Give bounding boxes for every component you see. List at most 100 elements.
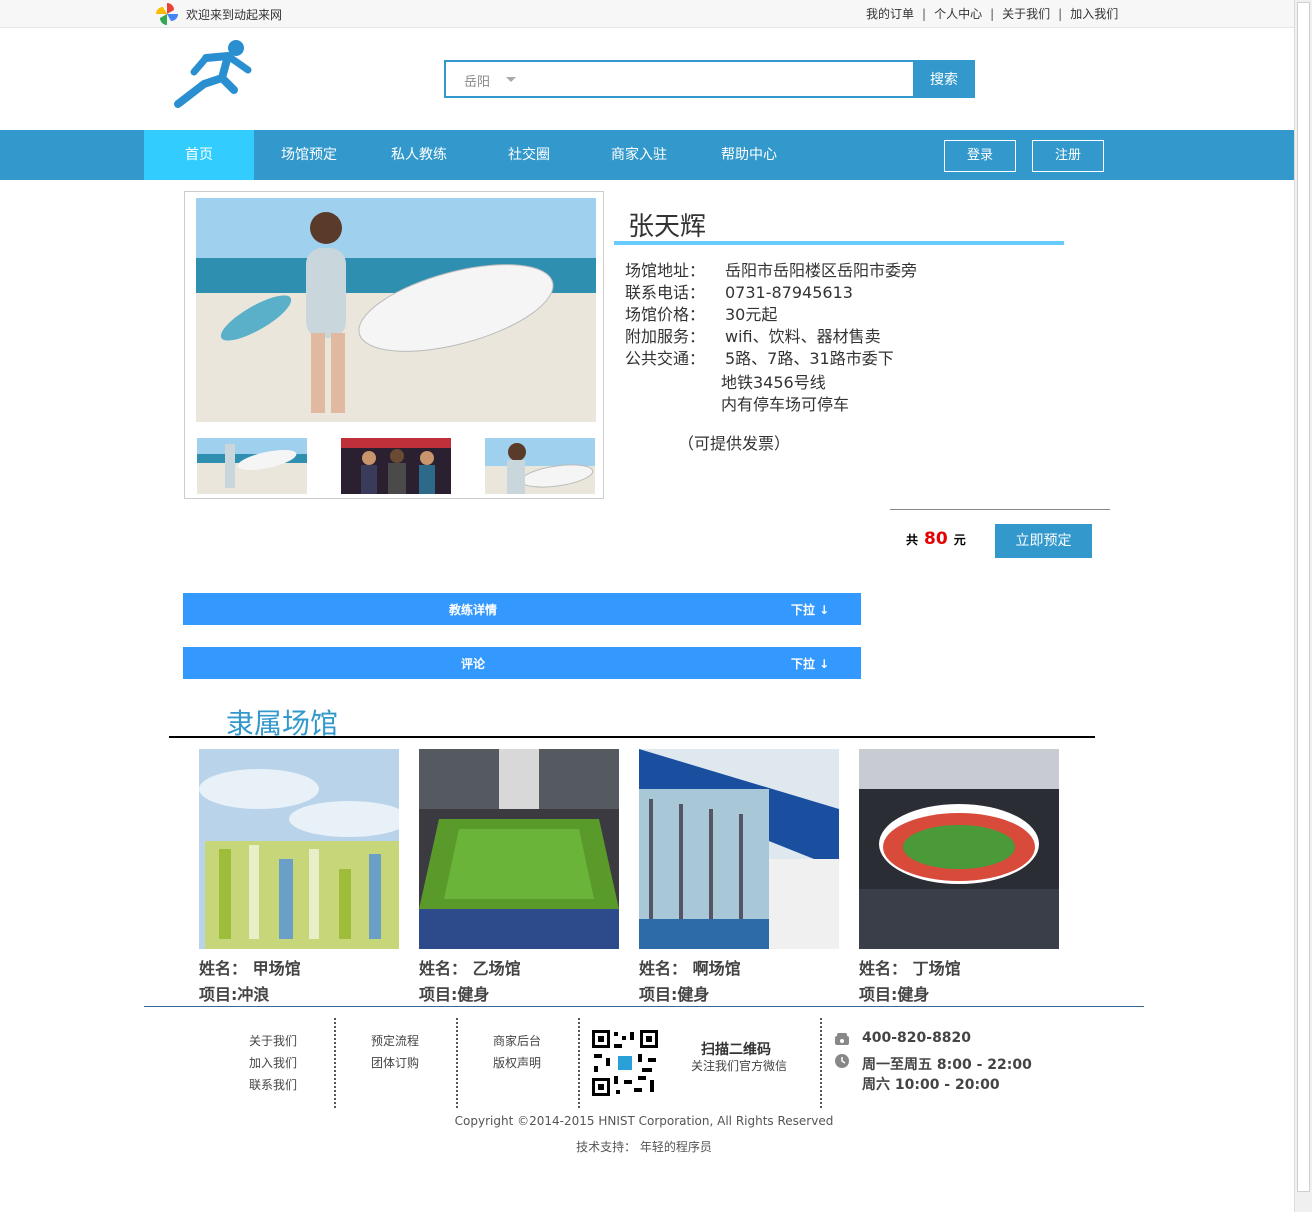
footer-link-merchant-backend[interactable]: 商家后台 bbox=[493, 1030, 541, 1052]
separator: | bbox=[990, 7, 995, 21]
gallery-thumb-2[interactable] bbox=[341, 438, 451, 494]
footer-link-group-order[interactable]: 团体订购 bbox=[371, 1052, 419, 1074]
accordion-title: 教练详情 bbox=[448, 603, 497, 617]
venues-divider bbox=[169, 736, 1095, 738]
venue-image[interactable] bbox=[859, 749, 1059, 949]
gallery-thumb-1[interactable] bbox=[197, 438, 307, 494]
nav-home[interactable]: 首页 bbox=[144, 130, 254, 180]
footer-link-about[interactable]: 关于我们 bbox=[249, 1030, 297, 1052]
info-value: 0731-87945613 bbox=[725, 283, 853, 302]
footer-separator bbox=[820, 1018, 822, 1108]
footer-link-contact[interactable]: 联系我们 bbox=[249, 1074, 297, 1096]
nav-merchant[interactable]: 商家入驻 bbox=[584, 130, 694, 180]
price-divider bbox=[890, 509, 1110, 510]
pinwheel-logo-icon bbox=[156, 3, 178, 25]
search-bar: 岳阳 搜索 bbox=[444, 60, 975, 98]
venue-card[interactable]: 姓名： 啊场馆 项目:健身 bbox=[639, 749, 839, 1005]
coach-details-accordion[interactable]: 教练详情 下拉 ↓ bbox=[183, 593, 861, 625]
footer-separator bbox=[334, 1018, 336, 1108]
nav-private-coach[interactable]: 私人教练 bbox=[364, 130, 474, 180]
total-unit: 元 bbox=[953, 533, 966, 547]
venue-project: 项目:冲浪 bbox=[199, 985, 270, 1004]
separator: | bbox=[922, 7, 927, 21]
welcome-text: 欢迎来到动起来网 bbox=[186, 8, 283, 22]
search-button[interactable]: 搜索 bbox=[913, 60, 975, 98]
qr-title: 扫描二维码 bbox=[701, 1042, 771, 1058]
phone-number: 400-820-8820 bbox=[862, 1030, 972, 1046]
photo-gallery bbox=[184, 191, 604, 499]
info-row: 联系电话： 0731-87945613 bbox=[625, 282, 917, 304]
about-us-link[interactable]: 关于我们 bbox=[1002, 7, 1050, 21]
total-amount: 80 bbox=[924, 529, 948, 549]
nav-help[interactable]: 帮助中心 bbox=[694, 130, 804, 180]
nav-social[interactable]: 社交圈 bbox=[474, 130, 584, 180]
search-input[interactable] bbox=[526, 64, 906, 94]
book-now-button[interactable]: 立即预定 bbox=[995, 524, 1092, 558]
info-row: 公共交通： 5路、7路、31路市委下 bbox=[625, 348, 917, 370]
gallery-thumb-3[interactable] bbox=[485, 438, 595, 494]
name-underline bbox=[614, 241, 1064, 245]
join-us-link[interactable]: 加入我们 bbox=[1070, 7, 1118, 21]
venue-info: 场馆地址： 岳阳市岳阳楼区岳阳市委旁 联系电话： 0731-87945613 场馆价… bbox=[625, 260, 917, 416]
total-prefix: 共 bbox=[906, 533, 919, 547]
venue-image[interactable] bbox=[199, 749, 409, 949]
tech-support-text: 技术支持： 年轻的程序员 bbox=[576, 1140, 712, 1154]
venue-name: 姓名： 啊场馆 bbox=[639, 959, 741, 978]
info-value: 5路、7路、31路市委下 bbox=[725, 349, 894, 368]
footer-column: 关于我们 加入我们 联系我们 bbox=[249, 1030, 297, 1096]
venue-card[interactable]: 姓名： 乙场馆 项目:健身 bbox=[419, 749, 619, 1005]
info-label: 联系电话： bbox=[625, 283, 706, 302]
comments-accordion[interactable]: 评论 下拉 ↓ bbox=[183, 647, 861, 679]
footer-link-copyright[interactable]: 版权声明 bbox=[493, 1052, 541, 1074]
info-row: 场馆价格： 30元起 bbox=[625, 304, 917, 326]
venue-card[interactable]: 姓名： 丁场馆 项目:健身 bbox=[859, 749, 1059, 1005]
venue-project: 项目:健身 bbox=[639, 985, 710, 1004]
venue-card[interactable]: 姓名： 甲场馆 项目:冲浪 bbox=[199, 749, 409, 1005]
venue-image[interactable] bbox=[639, 749, 839, 949]
qr-subtitle: 关注我们官方微信 bbox=[691, 1059, 788, 1073]
venue-project: 项目:健身 bbox=[419, 985, 490, 1004]
page: 欢迎来到动起来网 我的订单 | 个人中心 | 关于我们 | 加入我们 岳阳 搜索 首页 场馆… bbox=[0, 0, 1312, 1212]
city-select[interactable]: 岳阳 bbox=[464, 71, 490, 90]
venue-name: 姓名： 丁场馆 bbox=[859, 959, 961, 978]
nav-venue-booking[interactable]: 场馆预定 bbox=[254, 130, 364, 180]
venue-name: 姓名： 乙场馆 bbox=[419, 959, 521, 978]
info-subline: 地铁3456号线 bbox=[721, 373, 826, 392]
info-subline: 内有停车场可停车 bbox=[721, 395, 850, 414]
venue-image[interactable] bbox=[419, 749, 619, 949]
my-orders-link[interactable]: 我的订单 bbox=[866, 7, 914, 21]
clock-icon bbox=[835, 1054, 849, 1068]
info-label: 公共交通： bbox=[625, 349, 706, 368]
register-button[interactable]: 注册 bbox=[1032, 140, 1104, 172]
chevron-down-icon[interactable] bbox=[506, 77, 516, 82]
venue-project: 项目:健身 bbox=[859, 985, 930, 1004]
info-label: 场馆价格： bbox=[625, 305, 706, 324]
top-links: 我的订单 | 个人中心 | 关于我们 | 加入我们 bbox=[866, 5, 1118, 22]
accordion-title: 评论 bbox=[460, 657, 485, 671]
footer-link-join[interactable]: 加入我们 bbox=[249, 1052, 297, 1074]
user-center-link[interactable]: 个人中心 bbox=[934, 7, 982, 21]
coach-name: 张天辉 bbox=[628, 212, 707, 242]
accordion-toggle[interactable]: 下拉 ↓ bbox=[791, 655, 829, 672]
weekday-hours: 周一至周五 8:00 - 22:00 bbox=[862, 1057, 1032, 1073]
venue-name: 姓名： 甲场馆 bbox=[199, 959, 301, 978]
footer-column: 商家后台 版权声明 bbox=[493, 1030, 541, 1074]
runner-logo-icon[interactable] bbox=[172, 38, 254, 110]
info-row: 场馆地址： 岳阳市岳阳楼区岳阳市委旁 bbox=[625, 260, 917, 282]
footer-link-booking-process[interactable]: 预定流程 bbox=[371, 1030, 419, 1052]
top-bar: 欢迎来到动起来网 我的订单 | 个人中心 | 关于我们 | 加入我们 bbox=[0, 0, 1294, 28]
info-label: 附加服务： bbox=[625, 327, 706, 346]
qr-code-icon bbox=[590, 1028, 660, 1098]
main-nav: 首页 场馆预定 私人教练 社交圈 商家入驻 帮助中心 登录 注册 bbox=[0, 130, 1294, 180]
separator: | bbox=[1058, 7, 1063, 21]
info-value: 岳阳市岳阳楼区岳阳市委旁 bbox=[725, 261, 918, 280]
main-photo bbox=[196, 198, 596, 422]
accordion-toggle[interactable]: 下拉 ↓ bbox=[791, 601, 829, 618]
login-button[interactable]: 登录 bbox=[944, 140, 1016, 172]
invoice-note: （可提供发票） bbox=[678, 434, 791, 453]
phone-icon bbox=[835, 1033, 849, 1045]
footer-divider bbox=[144, 1006, 1144, 1007]
vertical-scrollbar[interactable] bbox=[1294, 0, 1312, 1212]
scrollbar-thumb[interactable] bbox=[1297, 2, 1310, 1192]
info-row: 附加服务： wifi、饮料、器材售卖 bbox=[625, 326, 917, 348]
